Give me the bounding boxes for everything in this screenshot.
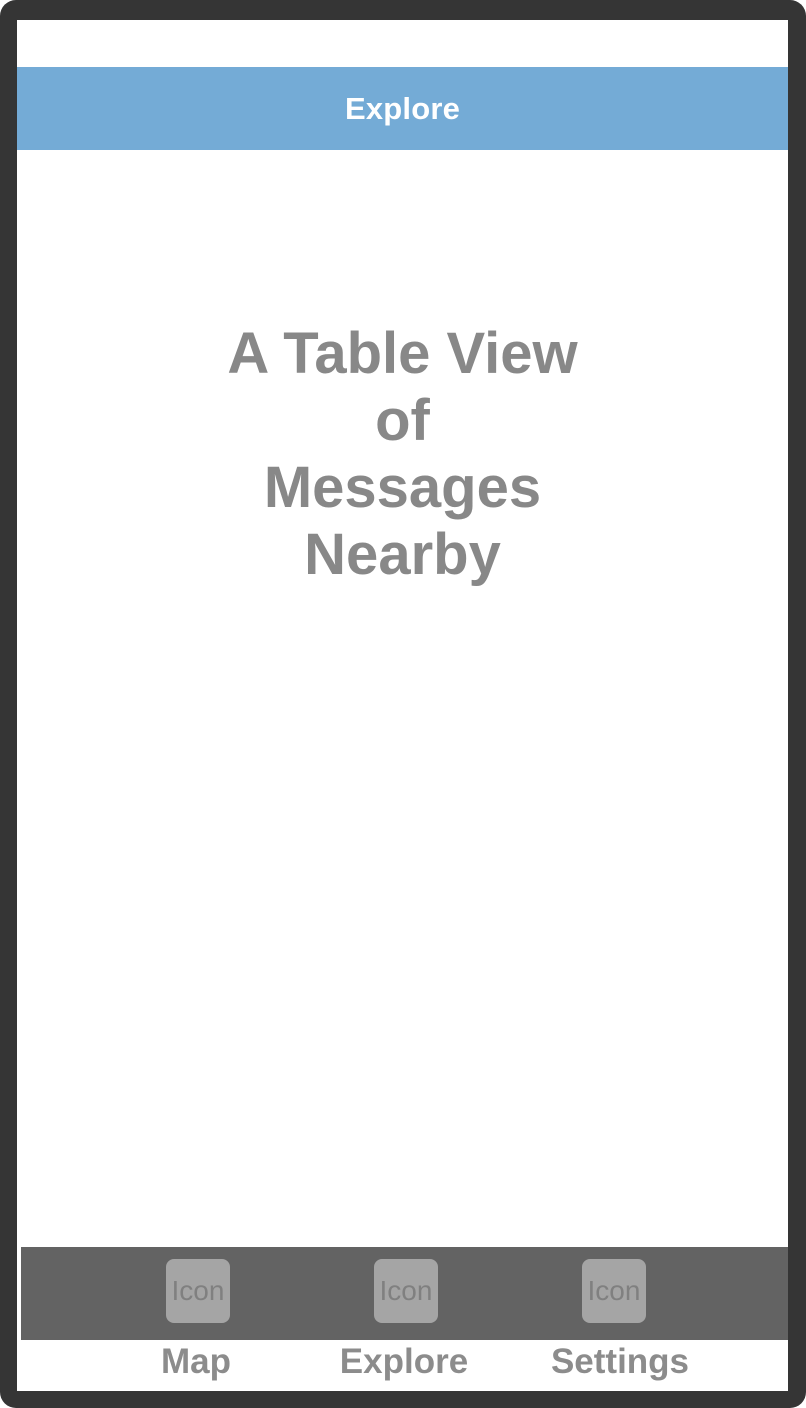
tab-settings-label[interactable]: Settings (535, 1342, 705, 1382)
map-icon[interactable]: Icon (166, 1259, 230, 1323)
screen: Explore A Table View of Messages Nearby … (17, 20, 788, 1391)
tab-bar: Icon Icon Icon (21, 1247, 788, 1340)
explore-icon[interactable]: Icon (374, 1259, 438, 1323)
nav-title: Explore (344, 90, 461, 126)
settings-icon[interactable]: Icon (582, 1259, 646, 1323)
tab-map-label[interactable]: Map (126, 1342, 266, 1382)
tab-explore-label[interactable]: Explore (317, 1342, 491, 1382)
phone-frame: Explore A Table View of Messages Nearby … (0, 0, 806, 1408)
nav-bar: Explore (17, 67, 788, 150)
table-view-placeholder: A Table View of Messages Nearby (227, 321, 578, 587)
